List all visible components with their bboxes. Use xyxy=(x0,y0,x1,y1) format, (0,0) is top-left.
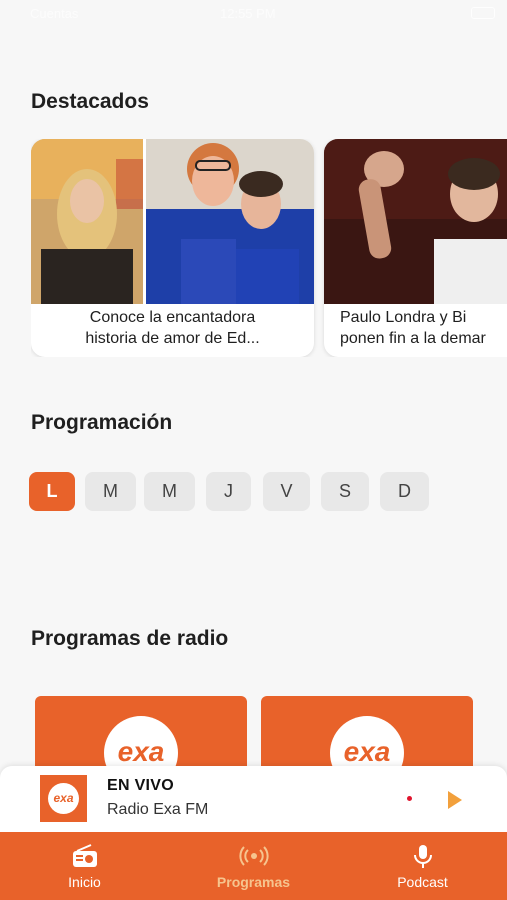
tab-inicio[interactable]: Inicio xyxy=(0,832,169,900)
live-status: EN VIVO xyxy=(107,777,175,794)
exa-logo-text: exa xyxy=(343,736,391,767)
status-time: 12:55 PM xyxy=(220,6,276,21)
caption-line: historia de amor de Ed... xyxy=(85,330,260,347)
day-button-monday[interactable]: L xyxy=(29,472,75,511)
mini-player[interactable]: exa EN VIVO Radio Exa FM xyxy=(0,766,507,832)
tab-label: Podcast xyxy=(397,874,448,890)
featured-card-image xyxy=(31,139,314,304)
station-logo: exa xyxy=(40,775,87,822)
featured-card-caption: Paulo Londra y Bi ponen fin a la demar xyxy=(340,307,507,349)
bottom-tab-bar: Inicio Programas Podcast xyxy=(0,832,507,900)
status-bar: Cuentas 12:55 PM xyxy=(0,0,507,28)
carrier-label: Cuentas xyxy=(30,6,79,21)
microphone-icon xyxy=(412,844,434,875)
station-name: Radio Exa FM xyxy=(107,801,209,818)
day-button-friday[interactable]: V xyxy=(263,472,310,511)
day-button-tuesday[interactable]: M xyxy=(85,472,136,511)
live-indicator-dot xyxy=(407,796,412,801)
tab-podcast[interactable]: Podcast xyxy=(338,832,507,900)
station-logo-text: exa xyxy=(53,791,74,805)
featured-card[interactable]: Paulo Londra y Bi ponen fin a la demar xyxy=(324,139,507,357)
featured-card[interactable]: Conoce la encantadora historia de amor d… xyxy=(31,139,314,357)
featured-card-caption: Conoce la encantadora historia de amor d… xyxy=(37,307,308,349)
caption-line: ponen fin a la demar xyxy=(340,330,486,347)
broadcast-icon xyxy=(238,844,269,873)
day-button-saturday[interactable]: S xyxy=(321,472,369,511)
featured-title: Destacados xyxy=(31,90,149,113)
radio-icon xyxy=(71,844,99,873)
day-button-wednesday[interactable]: M xyxy=(144,472,195,511)
day-button-sunday[interactable]: D xyxy=(380,472,429,511)
battery-icon xyxy=(471,7,495,19)
schedule-title: Programación xyxy=(31,411,173,434)
featured-card-image xyxy=(324,139,507,304)
radio-programs-title: Programas de radio xyxy=(31,627,229,650)
station-logo-ring: exa xyxy=(48,783,79,814)
caption-line: Conoce la encantadora xyxy=(89,309,256,326)
tab-label: Programas xyxy=(216,874,291,890)
play-icon[interactable] xyxy=(440,788,468,812)
day-button-thursday[interactable]: J xyxy=(206,472,251,511)
tab-programas[interactable]: Programas xyxy=(169,832,338,900)
caption-line: Paulo Londra y Bi xyxy=(340,309,467,326)
tab-label: Inicio xyxy=(68,874,101,890)
exa-logo-text: exa xyxy=(117,736,165,767)
featured-carousel[interactable]: Conoce la encantadora historia de amor d… xyxy=(31,139,507,357)
